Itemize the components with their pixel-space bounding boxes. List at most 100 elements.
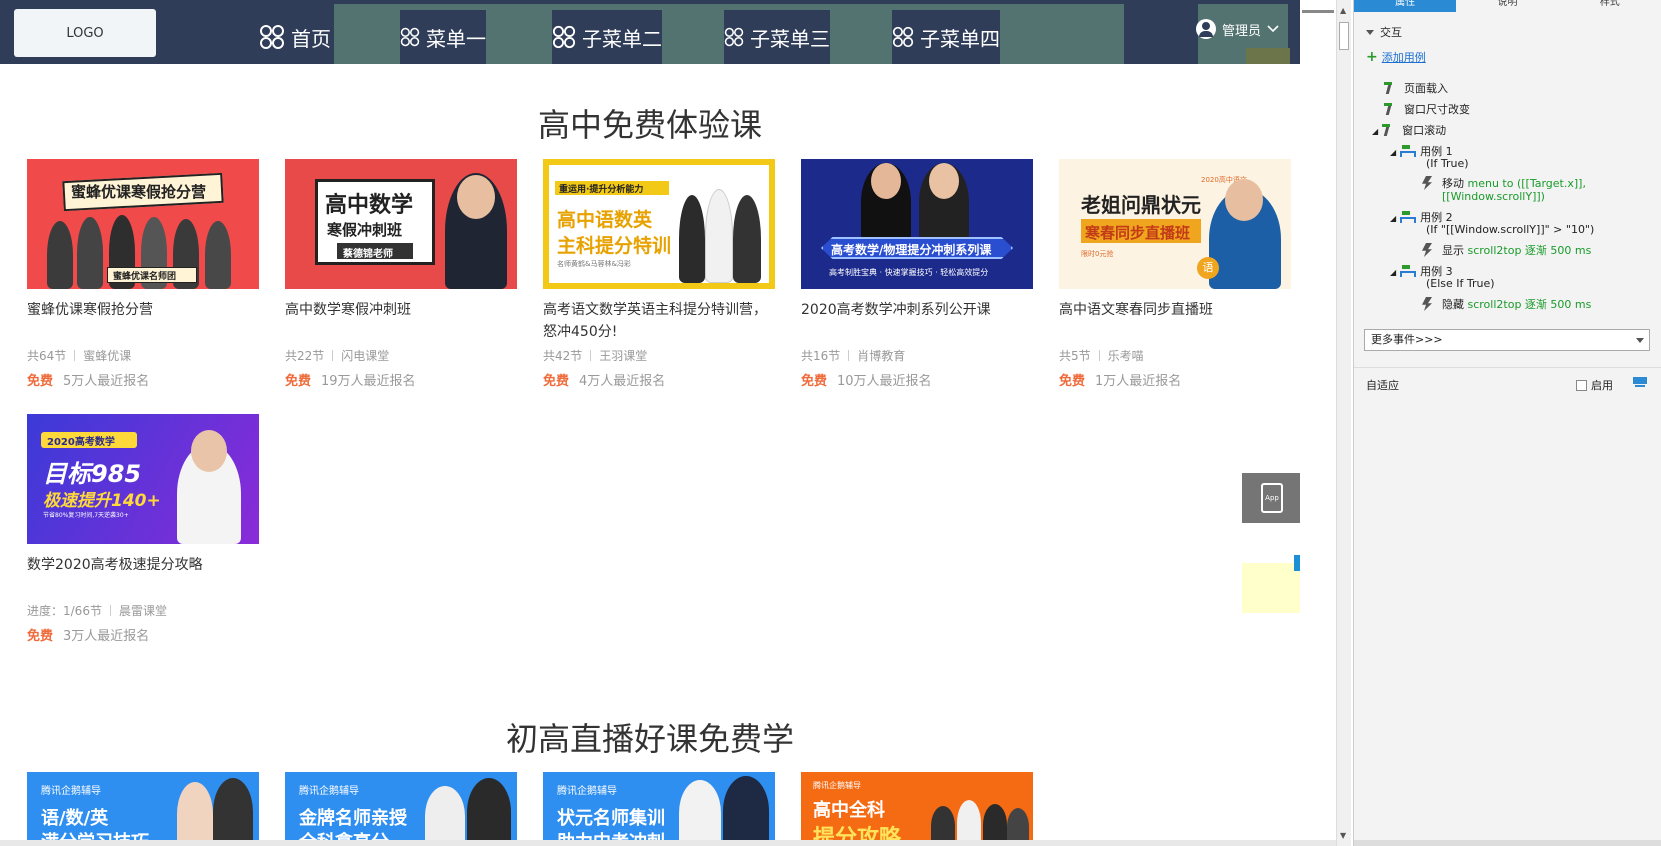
- lesson-count: 共16节: [801, 349, 841, 363]
- more-events-select[interactable]: 更多事件>>>: [1364, 329, 1650, 351]
- event-page-load[interactable]: 页面载入: [1384, 80, 1448, 96]
- course-thumbnail[interactable]: 腾讯企鹅辅导 语/数/英 满分学习技巧: [27, 772, 259, 846]
- course-thumbnail[interactable]: 腾讯企鹅辅导 高中全科 提分攻略: [801, 772, 1033, 846]
- course-thumbnail[interactable]: 高考数学/物理提分冲刺系列课 高考制胜宝典 · 快速掌握技巧 · 轻松高效提分: [801, 159, 1033, 289]
- case-2-condition: (If "[[Window.scrollY]]" > "10"): [1426, 223, 1595, 236]
- course-title[interactable]: 2020高考数学冲刺系列公开课: [801, 299, 1033, 343]
- course-card[interactable]: 2020高中语文 老姐问鼎状元 寒春同步直播班 限时0元抢 语 高中语文寒春同步…: [1059, 159, 1291, 389]
- course-meta: 共22节 闪电课堂: [285, 347, 517, 364]
- logo[interactable]: LOGO: [14, 9, 156, 57]
- enable-adaptive-checkbox[interactable]: 启用: [1576, 377, 1613, 393]
- expand-icon: ◢: [1390, 148, 1397, 157]
- course-thumbnail[interactable]: 蜜蜂优课寒假抢分营 蜜蜂优课名师团: [27, 159, 259, 289]
- vertical-scrollbar[interactable]: ▲ ▼: [1336, 0, 1351, 846]
- live-course-card[interactable]: 腾讯企鹅辅导 高中全科 提分攻略: [801, 772, 1033, 846]
- tab-notes[interactable]: 说明: [1456, 0, 1558, 12]
- thumb-title: 高中全科: [813, 800, 885, 821]
- nav-tab-submenu3[interactable]: 子菜单三: [724, 10, 830, 64]
- action-detail: scroll2top 逐渐 500 ms: [1467, 298, 1592, 311]
- live-course-card[interactable]: 腾讯企鹅辅导 金牌名师亲授 全科拿高分: [285, 772, 517, 846]
- thumb-title: 老姐问鼎状元: [1081, 193, 1201, 217]
- case-2-action[interactable]: 显示 scroll2top 逐渐 500 ms: [1422, 242, 1591, 258]
- course-thumbnail[interactable]: 腾讯企鹅辅导 金牌名师亲授 全科拿高分: [285, 772, 517, 846]
- meta-divider: [590, 350, 592, 361]
- case-icon: [1400, 265, 1417, 277]
- action-verb: 移动: [1442, 177, 1464, 190]
- course-title[interactable]: 高中数学寒假冲刺班: [285, 299, 517, 343]
- course-meta: 共42节 王羽课堂: [543, 347, 775, 364]
- meta-divider: [848, 350, 850, 361]
- case-1-action[interactable]: 移动 menu to ([[Target.x]],: [1422, 175, 1586, 191]
- nav-tab-home[interactable]: 首页: [256, 10, 334, 64]
- provider-name[interactable]: 肖博教育: [857, 349, 905, 363]
- event-window-resize[interactable]: 窗口尺寸改变: [1384, 101, 1470, 117]
- admin-label: 管理员: [1222, 23, 1262, 39]
- course-card[interactable]: 蜜蜂优课寒假抢分营 蜜蜂优课名师团 蜜蜂优课寒假抢分营 共64节 蜜蜂优课 免费 5…: [27, 159, 259, 389]
- ruler-mark: [1302, 10, 1334, 13]
- scroll-up-icon[interactable]: ▲: [1340, 6, 1346, 15]
- checkbox-icon[interactable]: [1576, 380, 1587, 391]
- course-card[interactable]: 重运用·提升分析能力 高中语数英 主科提分特训 名师黄鹤&马蓉林&冯彩 高考语文…: [543, 159, 775, 389]
- interactions-label: 交互: [1380, 26, 1402, 39]
- sticky-note[interactable]: [1242, 563, 1300, 613]
- course-title[interactable]: 高考语文数学英语主科提分特训营，怒冲450分!: [543, 299, 775, 343]
- course-meta: 共64节 蜜蜂优课: [27, 347, 259, 364]
- lesson-count: 共42节: [543, 349, 583, 363]
- adaptive-settings-icon[interactable]: [1632, 376, 1648, 388]
- nav-tab-submenu4[interactable]: 子菜单四: [892, 10, 1000, 64]
- admin-menu[interactable]: 管理员: [1196, 10, 1279, 48]
- thumb-small-text: 限时0元抢: [1081, 250, 1114, 258]
- course-thumbnail[interactable]: 重运用·提升分析能力 高中语数英 主科提分特训 名师黄鹤&马蓉林&冯彩: [543, 159, 775, 289]
- course-card[interactable]: 高考数学/物理提分冲刺系列课 高考制胜宝典 · 快速掌握技巧 · 轻松高效提分 …: [801, 159, 1033, 389]
- brand-label: 腾讯企鹅辅导: [41, 786, 101, 797]
- course-thumbnail[interactable]: 高中数学 寒假冲刺班 蔡德锦老师: [285, 159, 517, 289]
- course-thumbnail[interactable]: 2020高中语文 老姐问鼎状元 寒春同步直播班 限时0元抢 语: [1059, 159, 1291, 289]
- action-detail: menu to ([[Target.x]],: [1467, 177, 1586, 190]
- provider-name[interactable]: 蜜蜂优课: [83, 349, 131, 363]
- nav-tab-label: 子菜单四: [920, 26, 1000, 51]
- provider-name[interactable]: 闪电课堂: [341, 349, 389, 363]
- case-3-action[interactable]: 隐藏 scroll2top 逐渐 500 ms: [1422, 296, 1591, 312]
- teacher-face: [1225, 179, 1263, 221]
- course-thumbnail[interactable]: 腾讯企鹅辅导 状元名师集训 助力中考冲刺: [543, 772, 775, 846]
- teacher-face: [929, 163, 959, 199]
- teacher-photo: [467, 778, 511, 846]
- panel-bottom-bar: [1354, 840, 1661, 846]
- live-course-card[interactable]: 腾讯企鹅辅导 语/数/英 满分学习技巧: [27, 772, 259, 846]
- lesson-count: 共22节: [285, 349, 325, 363]
- scroll-down-icon[interactable]: ▼: [1340, 831, 1346, 840]
- nav-tab-submenu2[interactable]: 子菜单二: [552, 10, 662, 64]
- live-course-card[interactable]: 腾讯企鹅辅导 状元名师集训 助力中考冲刺: [543, 772, 775, 846]
- expand-icon: ◢: [1390, 268, 1397, 277]
- provider-name[interactable]: 乐考喵: [1108, 349, 1144, 363]
- course-title[interactable]: 高中语文寒春同步直播班: [1059, 299, 1291, 343]
- teacher-photo: [425, 786, 465, 846]
- nav-tab-menu1[interactable]: 菜单一: [400, 10, 486, 64]
- scrollbar-thumb[interactable]: [1339, 22, 1349, 50]
- tab-properties[interactable]: 属性: [1354, 0, 1457, 12]
- course-card[interactable]: 高中数学 寒假冲刺班 蔡德锦老师 高中数学寒假冲刺班 共22节 闪电课堂 免费 19…: [285, 159, 517, 389]
- event-window-scroll[interactable]: ◢ 窗口滚动: [1372, 122, 1446, 138]
- course-title[interactable]: 数学2020高考极速提分攻略: [27, 554, 259, 598]
- section-title: 初高直播好课免费学: [505, 720, 794, 758]
- app-download-button[interactable]: App: [1242, 473, 1300, 523]
- enrolled-count: 1万人最近报名: [1095, 374, 1182, 389]
- course-thumbnail[interactable]: 2020高考数学 目标985 极速提升140+ 节省80%复习时间,7天逆袭30…: [27, 414, 259, 544]
- provider-name[interactable]: 王羽课堂: [599, 349, 647, 363]
- price-free: 免费: [285, 374, 312, 389]
- collapse-icon: [1366, 30, 1374, 35]
- provider-name[interactable]: 晨雷课堂: [119, 604, 167, 618]
- section-title: 高中免费体验课: [537, 106, 762, 144]
- course-title[interactable]: 蜜蜂优课寒假抢分营: [27, 299, 259, 343]
- horizontal-scrollbar[interactable]: [0, 840, 1336, 846]
- case-icon: [1400, 211, 1417, 223]
- course-price-row: 免费 1万人最近报名: [1059, 370, 1291, 389]
- interactions-header[interactable]: 交互: [1366, 24, 1402, 40]
- tab-style[interactable]: 样式: [1559, 0, 1661, 12]
- course-meta: 共16节 肖博教育: [801, 347, 1033, 364]
- course-card[interactable]: 2020高考数学 目标985 极速提升140+ 节省80%复习时间,7天逆袭30…: [27, 414, 259, 644]
- meta-divider: [74, 350, 76, 361]
- lesson-count: 共64节: [27, 349, 67, 363]
- meta-divider: [1098, 350, 1100, 361]
- add-case-link[interactable]: + 添加用例: [1366, 49, 1426, 65]
